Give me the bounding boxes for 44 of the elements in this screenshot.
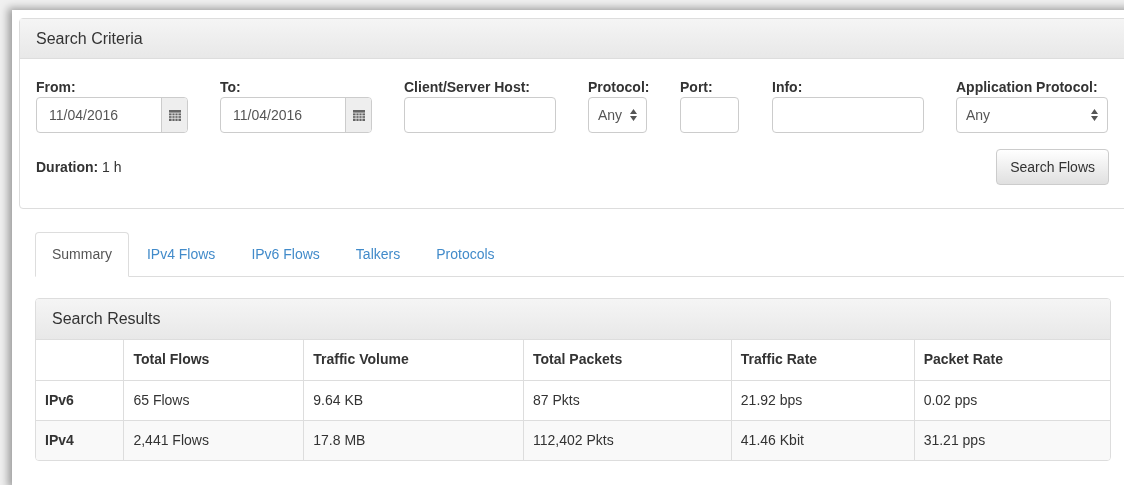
field-label: Protocol: — [588, 78, 651, 97]
tab[interactable]: IPv6 Flows — [233, 232, 338, 277]
input-field[interactable] — [772, 97, 924, 133]
column-header: Traffic Rate — [731, 340, 915, 380]
field-label: Application Protocol: — [956, 78, 1099, 97]
table-cell: 17.8 MB — [303, 420, 524, 460]
calendar-icon[interactable] — [168, 109, 181, 121]
tab[interactable]: Protocols — [418, 232, 513, 277]
date-field[interactable]: 11/04/2016 — [220, 97, 372, 133]
input-field[interactable] — [404, 97, 556, 133]
field-label: Port: — [680, 78, 714, 97]
updown-icon — [1091, 109, 1098, 121]
column-header: Packet Rate — [914, 340, 1110, 380]
calendar-icon[interactable] — [352, 109, 365, 121]
date-field[interactable]: 11/04/2016 — [36, 97, 188, 133]
tab[interactable]: Talkers — [337, 232, 419, 277]
row-header: IPv4 — [36, 420, 124, 460]
tab[interactable]: IPv4 Flows — [128, 232, 234, 277]
table-cell: 2,441 Flows — [123, 420, 304, 460]
duration-text: Duration: 1 h — [36, 159, 122, 175]
updown-icon — [630, 109, 637, 121]
field-label: Client/Server Host: — [404, 78, 532, 97]
table-cell: 0.02 pps — [914, 380, 1110, 420]
table-cell: 21.92 bps — [731, 380, 915, 420]
table-cell: 65 Flows — [123, 380, 304, 420]
column-header: Traffic Volume — [303, 340, 524, 380]
field-label: From: — [36, 78, 77, 97]
table-cell: 112,402 Pkts — [523, 420, 732, 460]
panel-header: Search Results — [36, 299, 1110, 340]
column-header: Total Flows — [123, 340, 304, 380]
row-header: IPv6 — [36, 380, 124, 420]
column-header: Total Packets — [523, 340, 732, 380]
tab[interactable]: Summary — [35, 232, 129, 277]
field-label: Info: — [772, 78, 804, 97]
select-field[interactable]: Any — [956, 97, 1108, 133]
table-cell: 87 Pkts — [523, 380, 732, 420]
search-flows-button[interactable]: Search Flows — [996, 149, 1109, 185]
field-label: To: — [220, 78, 242, 97]
table-cell: 31.21 pps — [914, 420, 1110, 460]
table-cell: 41.46 Kbit — [731, 420, 915, 460]
select-field[interactable]: Any — [588, 97, 647, 133]
table-cell: 9.64 KB — [303, 380, 524, 420]
input-field[interactable] — [680, 97, 739, 133]
panel-header: Search Criteria — [20, 19, 1124, 59]
